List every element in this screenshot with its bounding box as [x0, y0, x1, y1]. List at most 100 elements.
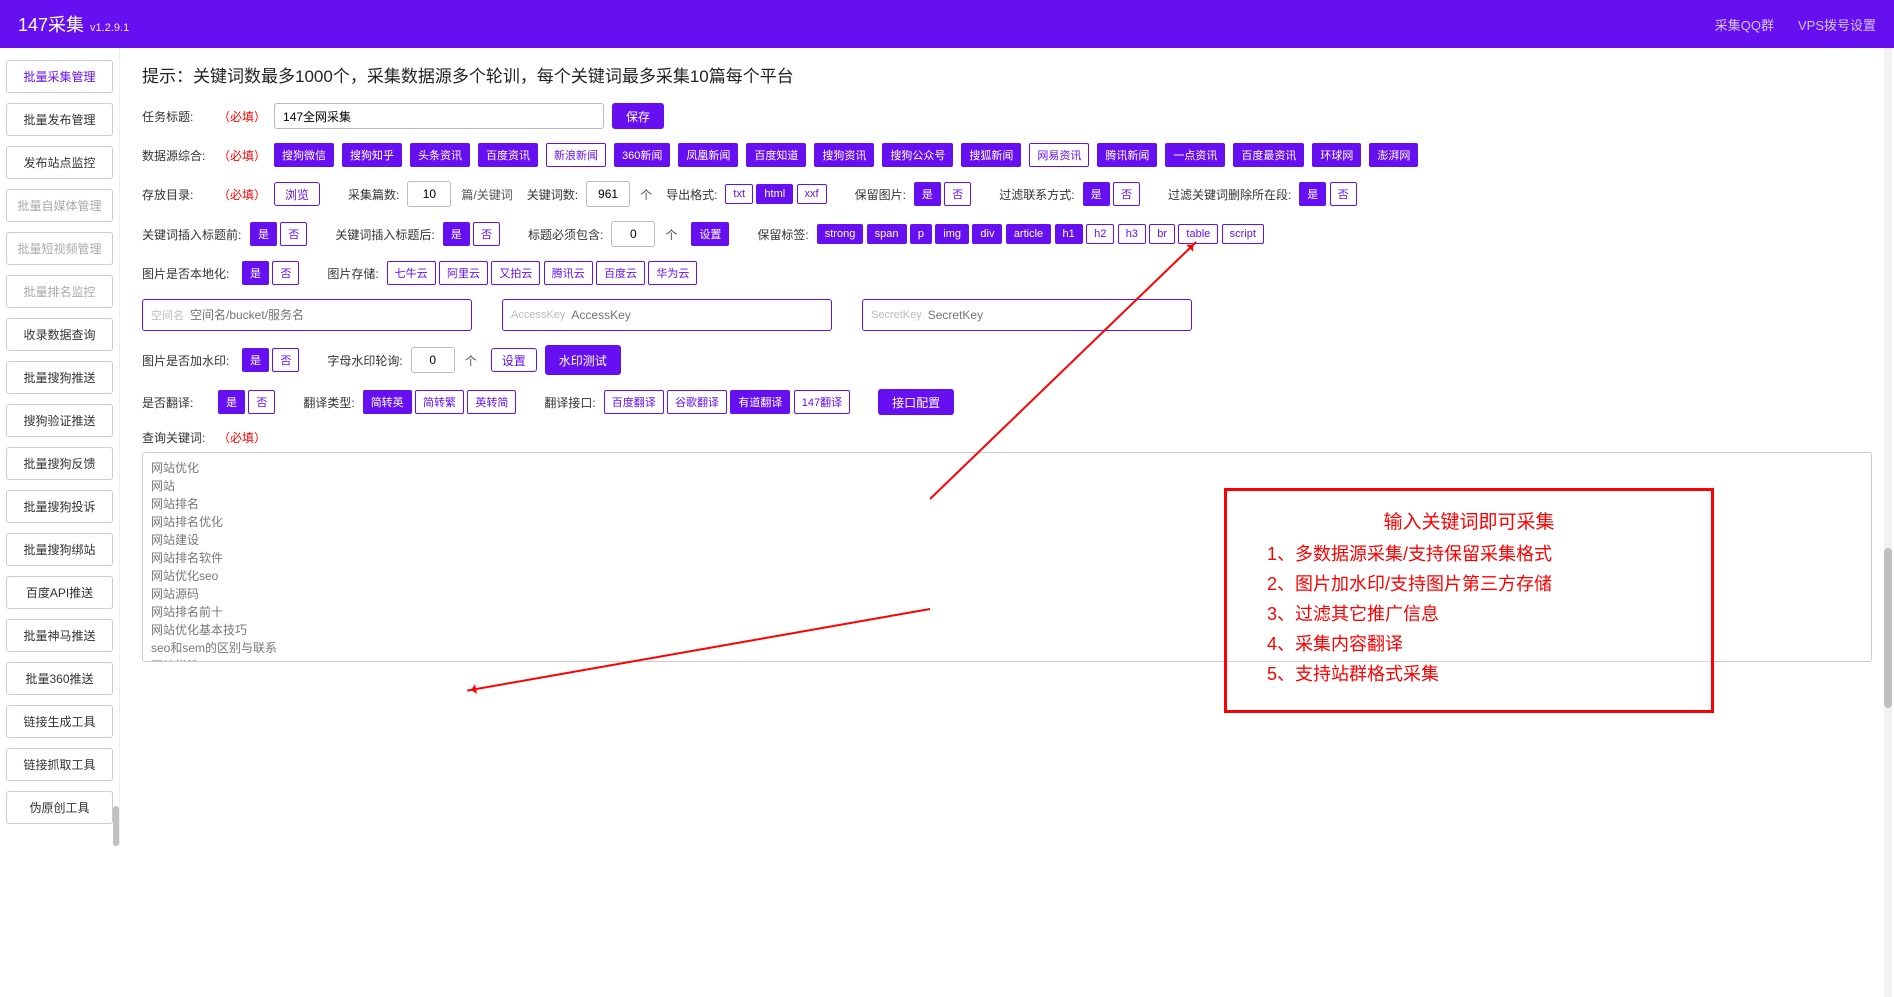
count-input[interactable] — [407, 181, 451, 207]
sidebar-item-伪原创工具[interactable]: 伪原创工具 — [6, 791, 113, 824]
source-一点资讯[interactable]: 一点资讯 — [1165, 143, 1225, 167]
sidebar-item-批量360推送[interactable]: 批量360推送 — [6, 662, 113, 695]
bucket-field[interactable]: 空间名 — [142, 299, 472, 331]
keep-img-否[interactable]: 否 — [944, 182, 971, 206]
source-头条资讯[interactable]: 头条资讯 — [410, 143, 470, 167]
api-config-button[interactable]: 接口配置 — [878, 389, 954, 415]
image-store-阿里云[interactable]: 阿里云 — [439, 261, 488, 285]
source-澎湃网[interactable]: 澎湃网 — [1369, 143, 1418, 167]
keep-tag-article[interactable]: article — [1006, 224, 1051, 244]
sidebar-item-收录数据查询[interactable]: 收录数据查询 — [6, 318, 113, 351]
translate-type-英转简[interactable]: 英转简 — [467, 390, 516, 414]
image-store-华为云[interactable]: 华为云 — [648, 261, 697, 285]
keep-tag-script[interactable]: script — [1222, 224, 1264, 244]
export-format-txt[interactable]: txt — [725, 184, 753, 204]
wm-test-button[interactable]: 水印测试 — [545, 345, 621, 375]
source-新浪新闻[interactable]: 新浪新闻 — [546, 143, 606, 167]
export-format-xxf[interactable]: xxf — [797, 184, 827, 204]
source-腾讯新闻[interactable]: 腾讯新闻 — [1097, 143, 1157, 167]
watermark-是[interactable]: 是 — [242, 348, 269, 372]
keep-tag-br[interactable]: br — [1149, 224, 1175, 244]
must-set-button[interactable]: 设置 — [691, 222, 729, 246]
sidebar-item-链接抓取工具[interactable]: 链接抓取工具 — [6, 748, 113, 781]
translate-否[interactable]: 否 — [248, 390, 275, 414]
keep-tag-h3[interactable]: h3 — [1118, 224, 1146, 244]
localize-否[interactable]: 否 — [272, 261, 299, 285]
sidebar-item-批量搜狗反馈[interactable]: 批量搜狗反馈 — [6, 447, 113, 480]
qq-group-link[interactable]: 采集QQ群 — [1715, 15, 1774, 34]
source-凤凰新闻[interactable]: 凤凰新闻 — [678, 143, 738, 167]
source-搜狗资讯[interactable]: 搜狗资讯 — [814, 143, 874, 167]
keep-tag-img[interactable]: img — [935, 224, 969, 244]
wm-set-button[interactable]: 设置 — [491, 348, 537, 372]
translate-api-谷歌翻译[interactable]: 谷歌翻译 — [667, 390, 727, 414]
source-百度知道[interactable]: 百度知道 — [746, 143, 806, 167]
kw-input[interactable] — [586, 181, 630, 207]
filter-kw-否[interactable]: 否 — [1330, 182, 1357, 206]
keep-tag-p[interactable]: p — [910, 224, 932, 244]
localize-是[interactable]: 是 — [242, 261, 269, 285]
source-网易资讯[interactable]: 网易资讯 — [1029, 143, 1089, 167]
translate-api-有道翻译[interactable]: 有道翻译 — [730, 390, 790, 414]
translate-type-简转英[interactable]: 简转英 — [363, 390, 412, 414]
source-搜狗公众号[interactable]: 搜狗公众号 — [882, 143, 953, 167]
filter-kw-是[interactable]: 是 — [1299, 182, 1326, 206]
translate-api-百度翻译[interactable]: 百度翻译 — [604, 390, 664, 414]
sidebar-item-批量发布管理[interactable]: 批量发布管理 — [6, 103, 113, 136]
filter-contact-是[interactable]: 是 — [1083, 182, 1110, 206]
sidebar-item-搜狗验证推送[interactable]: 搜狗验证推送 — [6, 404, 113, 437]
export-format-html[interactable]: html — [756, 184, 793, 204]
keep-tag-span[interactable]: span — [867, 224, 907, 244]
sidebar-item-批量搜狗投诉[interactable]: 批量搜狗投诉 — [6, 490, 113, 523]
image-store-腾讯云[interactable]: 腾讯云 — [544, 261, 593, 285]
secretkey-field[interactable]: SecretKey — [862, 299, 1192, 331]
count-label: 采集篇数: — [348, 186, 399, 203]
image-store-七牛云[interactable]: 七牛云 — [387, 261, 436, 285]
insert-after-否[interactable]: 否 — [473, 222, 500, 246]
vps-dial-link[interactable]: VPS拨号设置 — [1798, 15, 1876, 34]
sidebar-item-批量搜狗绑站[interactable]: 批量搜狗绑站 — [6, 533, 113, 566]
watermark-否[interactable]: 否 — [272, 348, 299, 372]
browse-button[interactable]: 浏览 — [274, 182, 320, 206]
insert-after-是[interactable]: 是 — [443, 222, 470, 246]
source-搜狐新闻[interactable]: 搜狐新闻 — [961, 143, 1021, 167]
ak-input[interactable] — [571, 308, 823, 322]
source-百度最资讯[interactable]: 百度最资讯 — [1233, 143, 1304, 167]
page-scrollbar-thumb[interactable] — [1884, 548, 1892, 708]
source-360新闻[interactable]: 360新闻 — [614, 143, 670, 167]
image-store-百度云[interactable]: 百度云 — [596, 261, 645, 285]
source-搜狗微信[interactable]: 搜狗微信 — [274, 143, 334, 167]
source-环球网[interactable]: 环球网 — [1312, 143, 1361, 167]
wm-interval-input[interactable] — [411, 347, 455, 373]
keep-tag-h2[interactable]: h2 — [1086, 224, 1114, 244]
keep-tag-strong[interactable]: strong — [817, 224, 864, 244]
sidebar-item-链接生成工具[interactable]: 链接生成工具 — [6, 705, 113, 738]
sources-label: 数据源综合: — [142, 147, 210, 164]
source-百度资讯[interactable]: 百度资讯 — [478, 143, 538, 167]
sidebar-item-批量采集管理[interactable]: 批量采集管理 — [6, 60, 113, 93]
bucket-input[interactable] — [190, 308, 463, 322]
page-scrollbar-track[interactable] — [1884, 48, 1892, 997]
sk-input[interactable] — [928, 308, 1183, 322]
sidebar-item-批量搜狗推送[interactable]: 批量搜狗推送 — [6, 361, 113, 394]
translate-type-简转繁[interactable]: 简转繁 — [415, 390, 464, 414]
source-搜狗知乎[interactable]: 搜狗知乎 — [342, 143, 402, 167]
save-button[interactable]: 保存 — [612, 103, 664, 129]
filter-contact-否[interactable]: 否 — [1113, 182, 1140, 206]
insert-before-否[interactable]: 否 — [280, 222, 307, 246]
keep-tag-div[interactable]: div — [972, 224, 1002, 244]
sidebar-item-发布站点监控[interactable]: 发布站点监控 — [6, 146, 113, 179]
task-title-input[interactable] — [274, 103, 604, 129]
image-store-又拍云[interactable]: 又拍云 — [491, 261, 540, 285]
sidebar-item-百度API推送[interactable]: 百度API推送 — [6, 576, 113, 609]
insert-before-是[interactable]: 是 — [250, 222, 277, 246]
sidebar-item-批量神马推送[interactable]: 批量神马推送 — [6, 619, 113, 652]
translate-是[interactable]: 是 — [218, 390, 245, 414]
keep-img-是[interactable]: 是 — [914, 182, 941, 206]
keep-tag-h1[interactable]: h1 — [1055, 224, 1083, 244]
keep-tag-table[interactable]: table — [1178, 224, 1218, 244]
sidebar-scrollbar[interactable] — [113, 806, 119, 846]
must-input[interactable] — [611, 221, 655, 247]
accesskey-field[interactable]: AccessKey — [502, 299, 832, 331]
translate-api-147翻译[interactable]: 147翻译 — [794, 390, 850, 414]
